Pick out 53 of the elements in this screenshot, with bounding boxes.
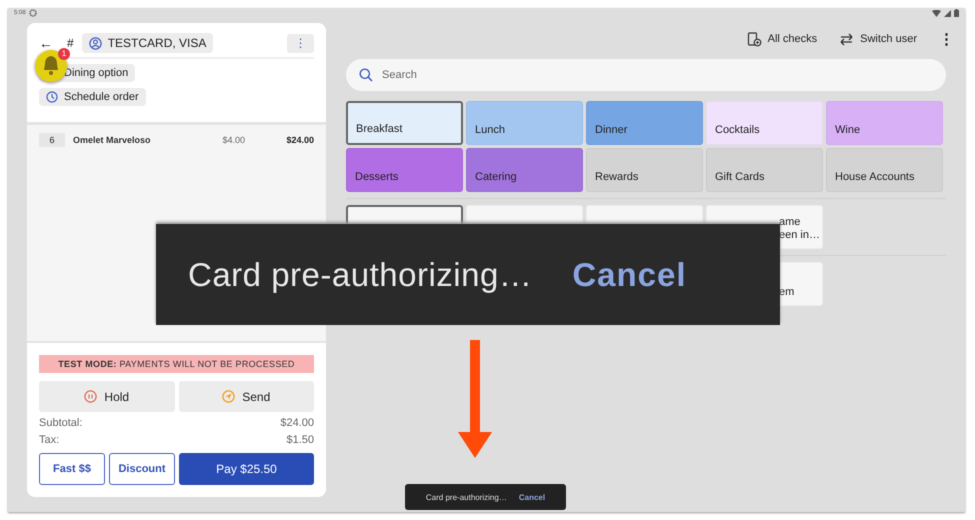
back-button[interactable]: ← <box>39 36 53 50</box>
wifi-icon <box>932 10 941 16</box>
all-checks-button[interactable]: All checks <box>746 32 818 46</box>
category-tile[interactable]: Wine <box>826 101 943 145</box>
search-input[interactable]: Search <box>380 68 933 82</box>
search-field[interactable]: Search <box>346 59 946 91</box>
down-arrow-icon <box>458 340 492 458</box>
unit-price: $4.00 <box>222 135 246 145</box>
more-button[interactable]: ⋮ <box>939 30 954 48</box>
snackbar-message: Card pre-authorizing… <box>188 256 532 294</box>
category-tile[interactable]: Desserts <box>346 148 463 192</box>
item-name: Omelet Marveloso <box>73 135 152 145</box>
total-label: Tax: <box>39 434 60 446</box>
payment-option-button[interactable]: Discount <box>109 453 175 485</box>
item-label: een in… <box>779 229 820 242</box>
send-icon <box>222 390 236 403</box>
battery-icon <box>954 9 959 17</box>
quantity: 6 <box>39 133 65 147</box>
test-mode-banner: TEST MODE: PAYMENTS WILL NOT BE PROCESSED <box>39 355 314 373</box>
snackbar-message: Card pre-authorizing… <box>426 492 507 502</box>
check-number: # <box>67 36 74 50</box>
notification-badge: 1 <box>58 48 70 60</box>
clock-icon <box>46 91 58 103</box>
item-label: ame <box>779 216 802 229</box>
signal-icon <box>944 10 951 16</box>
search-icon <box>359 68 373 82</box>
customer-chip[interactable]: TESTCARD, VISA <box>82 33 214 53</box>
category-tile[interactable]: Gift Cards <box>706 148 823 192</box>
category-tile[interactable]: Lunch <box>466 101 583 145</box>
item-label: em <box>779 286 794 299</box>
more-button[interactable]: ⋮ <box>287 34 314 52</box>
category-tile[interactable]: Dinner <box>586 101 703 145</box>
category-tile[interactable]: House Accounts <box>826 148 943 192</box>
cancel-link[interactable]: Cancel <box>572 256 687 294</box>
total-value: $1.50 <box>286 434 314 446</box>
payment-option-button[interactable]: Fast $$ <box>39 453 105 485</box>
option-chip[interactable]: Schedule order <box>39 88 146 106</box>
switch-user-button[interactable]: Switch user <box>839 32 917 46</box>
user-icon <box>88 36 102 50</box>
total-value: $24.00 <box>280 417 314 429</box>
line-total: $24.00 <box>286 135 314 145</box>
category-tile[interactable]: Cocktails <box>706 101 823 145</box>
category-tile[interactable]: Catering <box>466 148 583 192</box>
pause-icon <box>84 390 98 403</box>
category-tile[interactable]: Breakfast <box>346 101 463 145</box>
cancel-link[interactable]: Cancel <box>518 492 546 502</box>
hold-button[interactable]: Hold <box>39 381 174 412</box>
total-label: Subtotal: <box>39 417 82 429</box>
switch-arrows-icon <box>839 32 854 46</box>
pay-button[interactable]: Pay $25.50 <box>179 453 314 485</box>
category-tile[interactable]: Rewards <box>586 148 703 192</box>
receipt-icon <box>746 32 762 46</box>
send-button[interactable]: Send <box>178 381 314 412</box>
